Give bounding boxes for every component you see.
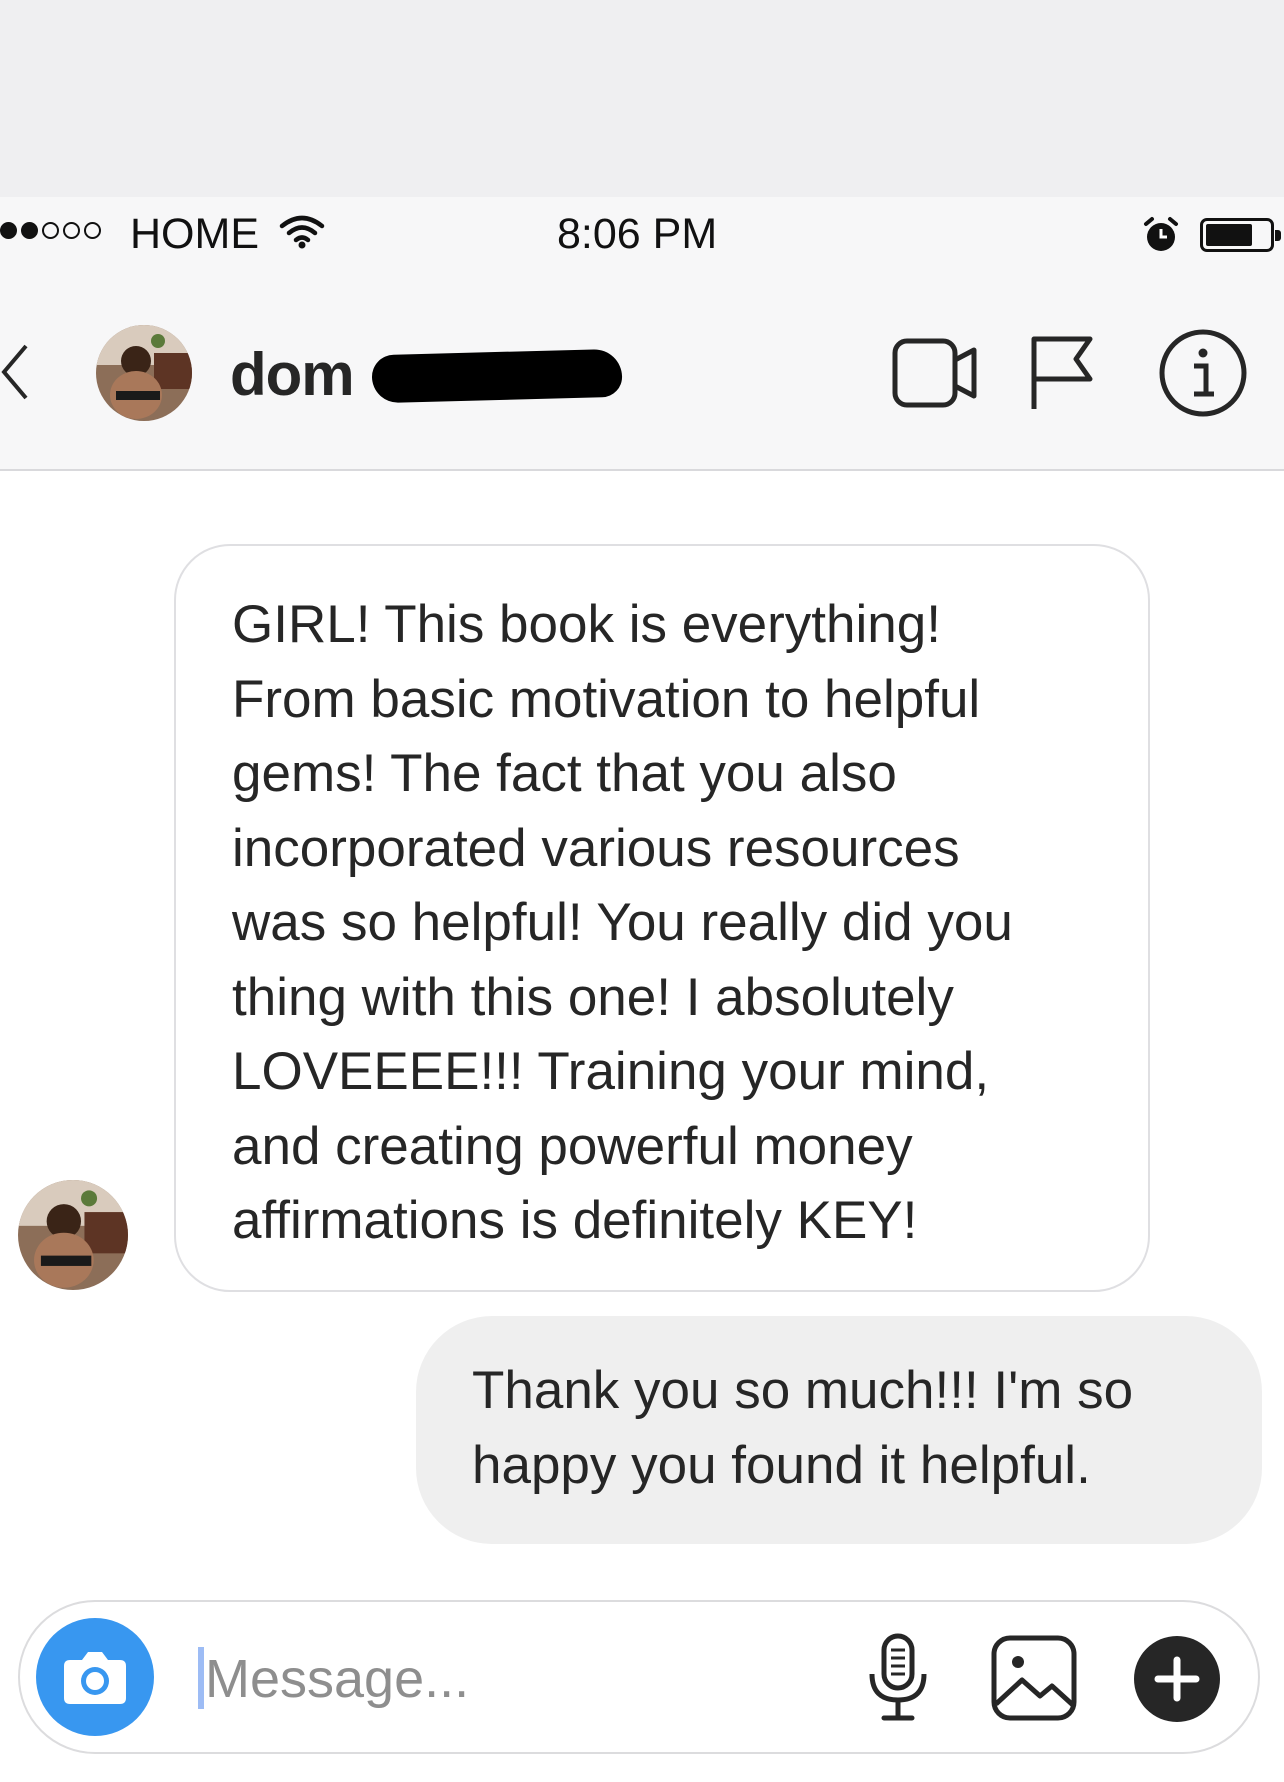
message-input[interactable] [205, 1648, 805, 1710]
message-line: happy you found it helpful. [472, 1435, 1091, 1495]
redaction-mark [371, 348, 623, 404]
message-line: From basic motivation to helpful [232, 669, 981, 729]
video-call-icon[interactable] [892, 338, 978, 413]
gallery-icon[interactable] [990, 1634, 1078, 1727]
camera-button[interactable] [36, 1618, 154, 1736]
message-line: was so helpful! You really did you [232, 893, 1013, 952]
signal-strength-icon [0, 222, 101, 239]
microphone-icon[interactable] [866, 1632, 930, 1729]
message-line: thing with this one! I absolutely [232, 967, 954, 1027]
message-line: Thank you so much!!! I'm so [472, 1361, 1134, 1420]
message-line: incorporated various resources [232, 818, 960, 878]
username[interactable]: dom [230, 340, 355, 409]
carrier-name: HOME [130, 210, 259, 258]
message-line: affirmations is definitely KEY! [232, 1191, 918, 1250]
avatar[interactable] [96, 325, 192, 421]
incoming-message-bubble: GIRL! This book is everything! From basi… [174, 544, 1150, 1292]
message-line: and creating powerful money [232, 1116, 913, 1176]
back-chevron-icon[interactable] [0, 342, 30, 407]
wifi-icon [278, 214, 326, 255]
camera-icon [64, 1652, 126, 1704]
sender-avatar[interactable] [18, 1180, 128, 1290]
message-line: GIRL! This book is everything! [232, 595, 941, 654]
plus-icon [1154, 1656, 1200, 1702]
text-caret [198, 1647, 204, 1709]
info-icon[interactable] [1158, 328, 1248, 423]
top-blank-area [0, 0, 1284, 197]
plus-button[interactable] [1134, 1636, 1220, 1722]
outgoing-message-bubble: Thank you so much!!! I'm so happy you fo… [416, 1316, 1262, 1544]
flag-icon[interactable] [1028, 335, 1096, 416]
status-time: 8:06 PM [557, 210, 718, 258]
message-line: gems! The fact that you also [232, 744, 897, 803]
battery-icon [1200, 218, 1281, 252]
message-line: LOVEEEE!!! Training your mind, [232, 1042, 990, 1101]
alarm-icon [1141, 215, 1181, 260]
